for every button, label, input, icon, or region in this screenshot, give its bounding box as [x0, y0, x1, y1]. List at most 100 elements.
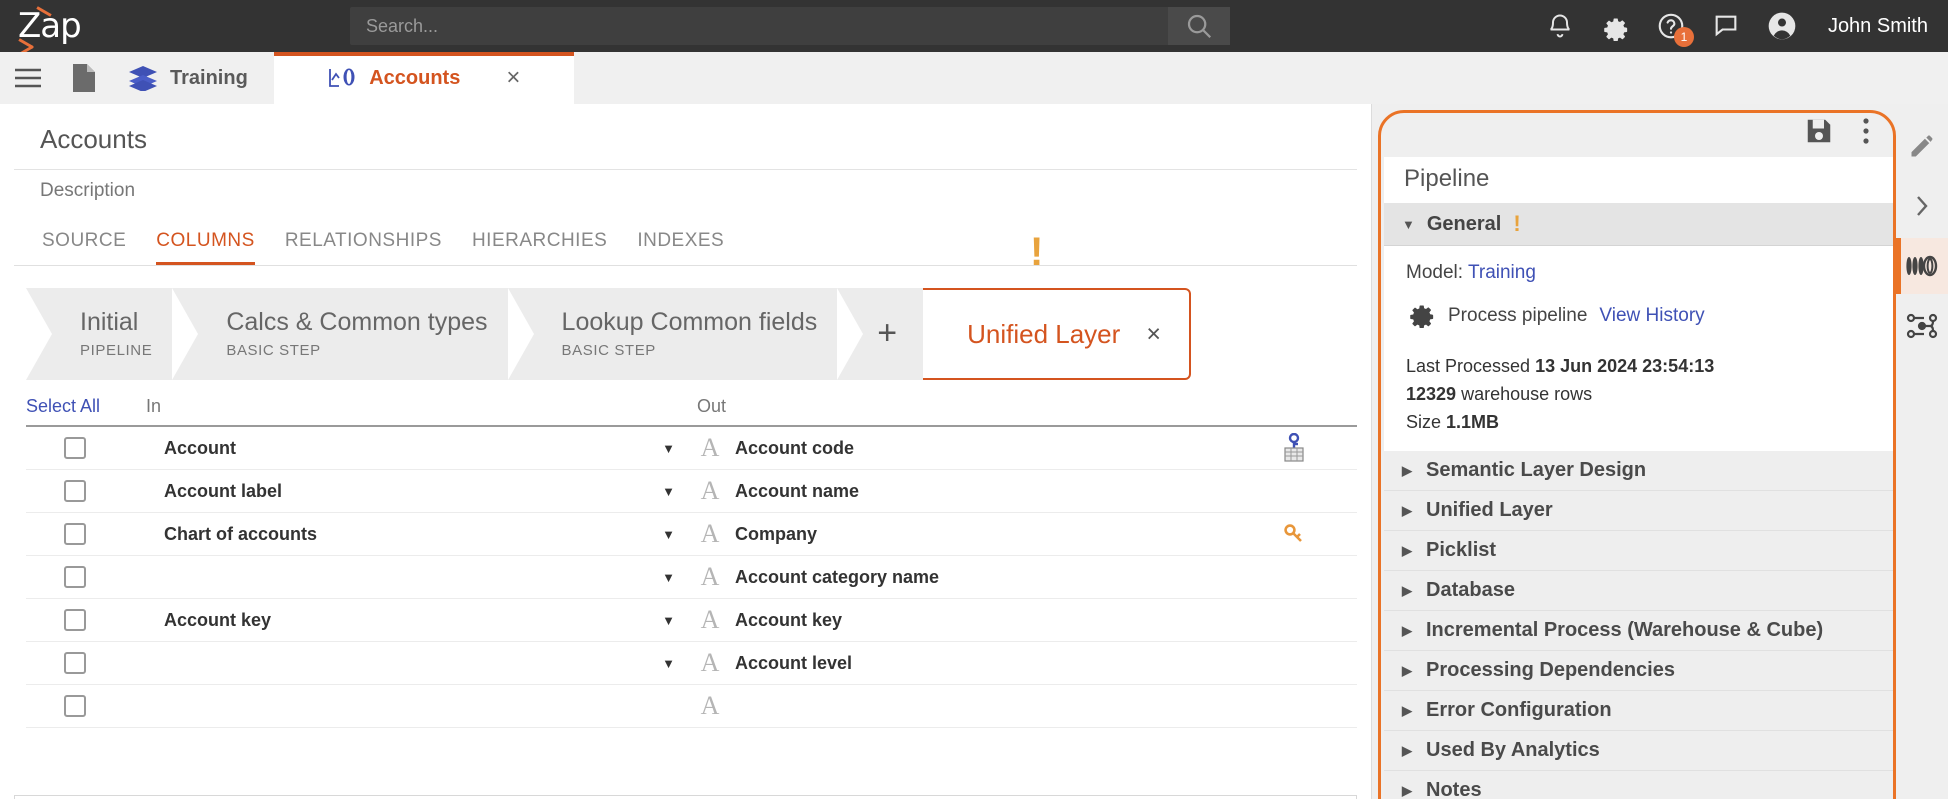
search-button[interactable] [1168, 7, 1230, 45]
triangle-right-icon: ▶ [1402, 743, 1412, 759]
section-used-by-analytics[interactable]: ▶ Used By Analytics [1384, 731, 1904, 771]
chevron-down-icon[interactable]: ▼ [662, 441, 675, 456]
tab-training[interactable]: Training [112, 52, 274, 104]
table-row[interactable]: ▼ A Account level [26, 642, 1357, 685]
pipeline-step-initial[interactable]: Initial PIPELINE [26, 288, 172, 380]
last-processed-label: Last Processed [1406, 356, 1530, 376]
type-text-icon: A [697, 691, 723, 721]
section-unified-layer[interactable]: ▶ Unified Layer [1384, 491, 1904, 531]
pipeline-step-calcs[interactable]: Calcs & Common types BASIC STEP [172, 288, 507, 380]
section-incremental-process[interactable]: ▶ Incremental Process (Warehouse & Cube) [1384, 611, 1904, 651]
search-icon [1184, 11, 1214, 41]
row-checkbox[interactable] [64, 480, 86, 502]
table-row[interactable]: Account label ▼ A Account name [26, 470, 1357, 513]
model-row: Model: Training [1406, 262, 1904, 284]
tab-accounts[interactable]: Accounts × [274, 52, 574, 104]
triangle-right-icon: ▶ [1402, 543, 1412, 559]
subtab-hierarchies[interactable]: HIERARCHIES [472, 230, 607, 265]
row-checkbox[interactable] [64, 652, 86, 674]
subtab-indexes[interactable]: INDEXES [637, 230, 724, 265]
table-row[interactable]: ▼ A Account category name [26, 556, 1357, 599]
triangle-down-icon: ▼ [1402, 217, 1415, 232]
row-checkbox[interactable] [64, 437, 86, 459]
step-close-icon[interactable]: × [1146, 320, 1161, 349]
section-picklist[interactable]: ▶ Picklist [1384, 531, 1904, 571]
process-gear-icon[interactable] [1406, 298, 1436, 333]
save-icon[interactable] [1804, 116, 1834, 151]
row-checkbox[interactable] [64, 609, 86, 631]
subtab-source[interactable]: SOURCE [42, 230, 126, 265]
page-warning-icon: ! [1030, 232, 1043, 272]
step-name: Initial [80, 309, 152, 337]
view-history-link[interactable]: View History [1599, 305, 1704, 327]
main-content: Accounts Description ! SOURCE COLUMNS RE… [0, 104, 1372, 799]
row-checkbox[interactable] [64, 566, 86, 588]
table-row[interactable]: Account ▼ A Account code [26, 427, 1357, 470]
pipeline-barrels-icon[interactable] [1896, 238, 1948, 294]
pipeline-step-lookup[interactable]: Lookup Common fields BASIC STEP [508, 288, 838, 380]
chevron-down-icon[interactable]: ▼ [662, 570, 675, 585]
app-logo[interactable]: Zap [18, 6, 128, 46]
subtab-relationships[interactable]: RELATIONSHIPS [285, 230, 442, 265]
column-header-in: In [146, 396, 697, 417]
row-checkbox[interactable] [64, 695, 86, 717]
row-checkbox[interactable] [64, 523, 86, 545]
panel-toolbar [1384, 110, 1904, 157]
search-bar[interactable] [350, 7, 1230, 45]
flow-graph-icon[interactable] [1896, 298, 1948, 354]
row-out-name: Account name [735, 481, 859, 502]
last-processed-value: 13 Jun 2024 23:54:13 [1535, 356, 1714, 376]
section-processing-dependencies[interactable]: ▶ Processing Dependencies [1384, 651, 1904, 691]
step-name: Calcs & Common types [226, 309, 487, 337]
chevron-down-icon[interactable]: ▼ [662, 656, 675, 671]
tab-close-icon[interactable]: × [506, 64, 520, 92]
hamburger-menu-button[interactable] [0, 52, 56, 104]
section-warning-icon: ! [1513, 211, 1520, 237]
pipeline-add-step-button[interactable]: + [837, 288, 923, 380]
section-database[interactable]: ▶ Database [1384, 571, 1904, 611]
column-header-out: Out [697, 396, 1257, 417]
row-in-name: Account key [164, 610, 271, 631]
gear-icon[interactable] [1600, 11, 1630, 41]
new-document-button[interactable] [56, 52, 112, 104]
help-icon[interactable]: 1 [1656, 11, 1686, 41]
select-all-link[interactable]: Select All [26, 396, 146, 417]
pencil-icon[interactable] [1896, 118, 1948, 174]
section-label: Used By Analytics [1426, 739, 1600, 762]
table-row[interactable]: Account key ▼ A Account key [26, 599, 1357, 642]
table-row[interactable]: A [26, 685, 1357, 728]
pipeline-step-unified-layer[interactable]: Unified Layer × [923, 288, 1191, 380]
section-semantic-layer-design[interactable]: ▶ Semantic Layer Design [1384, 451, 1904, 491]
section-label: Error Configuration [1426, 699, 1612, 722]
subtab-columns[interactable]: COLUMNS [156, 230, 255, 265]
plus-icon: + [877, 315, 897, 352]
page-title: Accounts [14, 104, 1357, 170]
avatar-icon[interactable] [1766, 10, 1798, 42]
section-label: Unified Layer [1426, 499, 1553, 522]
chevron-down-icon[interactable]: ▼ [662, 527, 675, 542]
section-notes[interactable]: ▶ Notes [1384, 771, 1904, 799]
process-pipeline-row: Process pipeline View History [1406, 298, 1904, 333]
table-row[interactable]: Chart of accounts ▼ A Company [26, 513, 1357, 556]
section-error-configuration[interactable]: ▶ Error Configuration [1384, 691, 1904, 731]
step-type: PIPELINE [80, 342, 152, 359]
accounts-chart-icon [327, 66, 357, 90]
description-field[interactable]: Description [14, 170, 1357, 214]
section-header-general[interactable]: ▼ General ! [1384, 203, 1904, 246]
app-body: Accounts Description ! SOURCE COLUMNS RE… [0, 104, 1948, 799]
preview-bar[interactable]: ∧ Preview [14, 795, 1357, 799]
model-link[interactable]: Training [1468, 262, 1536, 283]
section-label: Notes [1426, 779, 1482, 799]
columns-table: Select All In Out Account ▼ A Account co… [26, 396, 1357, 795]
chevron-right-icon[interactable] [1896, 178, 1948, 234]
chat-icon[interactable] [1712, 12, 1740, 40]
process-pipeline-label[interactable]: Process pipeline [1448, 305, 1587, 327]
size-label: Size [1406, 412, 1441, 432]
type-text-icon: A [697, 648, 723, 678]
search-input[interactable] [350, 16, 1168, 37]
bell-icon[interactable] [1546, 12, 1574, 40]
kebab-menu-icon[interactable] [1862, 116, 1870, 151]
chevron-down-icon[interactable]: ▼ [662, 484, 675, 499]
step-type: BASIC STEP [562, 342, 818, 359]
chevron-down-icon[interactable]: ▼ [662, 613, 675, 628]
